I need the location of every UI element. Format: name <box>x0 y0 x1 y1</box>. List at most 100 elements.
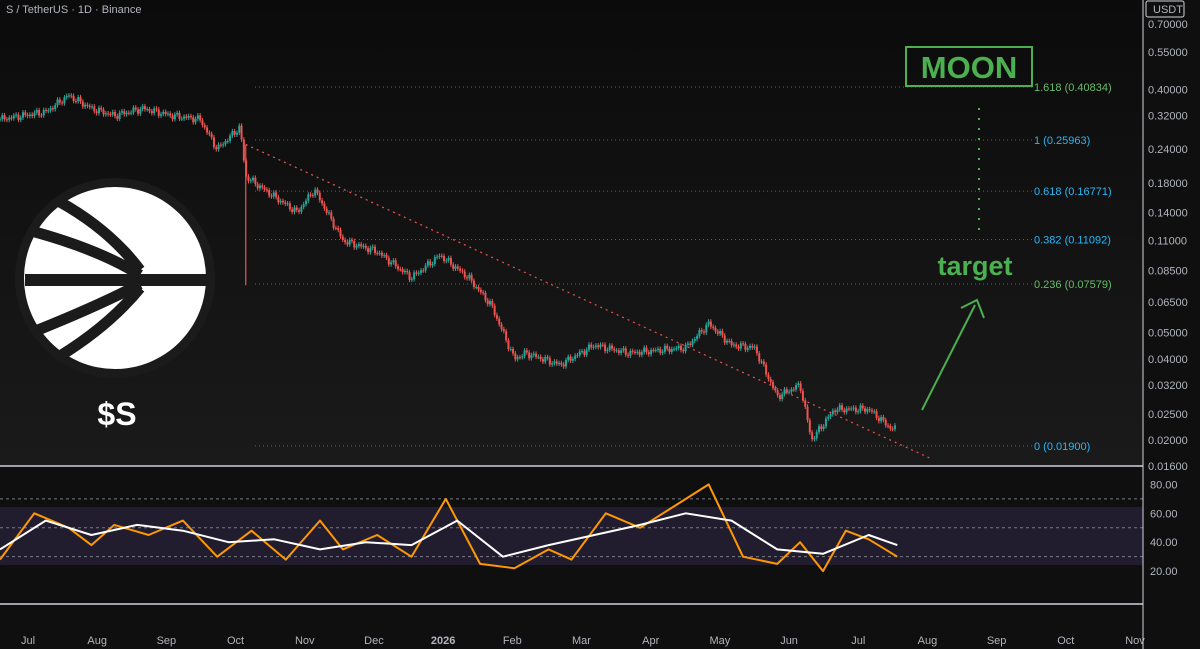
candle-body <box>31 114 34 116</box>
candle-body <box>893 425 896 430</box>
candle-body <box>77 97 80 102</box>
candle-body <box>100 107 103 110</box>
candle-body <box>753 346 756 348</box>
candle-body <box>162 111 165 115</box>
candle-body <box>783 389 786 395</box>
candle-body <box>348 239 351 245</box>
candle-body <box>640 352 643 355</box>
candle-body <box>608 345 611 350</box>
price-tick-label: 0.03200 <box>1148 380 1188 392</box>
candle-body <box>567 356 570 360</box>
time-tick-label: Aug <box>87 635 107 647</box>
candle-body <box>247 176 250 182</box>
candle-body <box>806 406 809 421</box>
candle-body <box>15 114 18 116</box>
candle-body <box>456 266 459 269</box>
candle-body <box>838 405 841 410</box>
candle-body <box>728 340 731 342</box>
candle-body <box>583 351 586 355</box>
candle-body <box>500 324 503 330</box>
candle-body <box>318 192 321 201</box>
candle-body <box>54 105 57 110</box>
candle-body <box>459 268 462 271</box>
candle-body <box>210 133 213 138</box>
candle-body <box>258 185 261 189</box>
candle-body <box>410 279 413 281</box>
candle-body <box>433 257 436 264</box>
candle-body <box>599 344 602 348</box>
candle-body <box>891 428 894 430</box>
candle-body <box>304 200 307 205</box>
candle-body <box>493 305 496 315</box>
candle-body <box>834 410 837 413</box>
candle-body <box>293 207 296 212</box>
price-tick-label: 0.11000 <box>1148 235 1187 247</box>
candle-body <box>739 343 742 349</box>
candle-body <box>760 361 763 363</box>
candle-body <box>385 255 388 258</box>
candle-body <box>314 189 317 196</box>
candle-body <box>818 426 821 432</box>
candle-body <box>339 229 342 237</box>
candle-body <box>279 200 282 203</box>
candle-body <box>321 200 324 204</box>
time-tick-label: Jul <box>21 635 35 647</box>
candle-body <box>624 348 627 355</box>
candle-body <box>394 260 397 267</box>
candle-body <box>884 419 887 426</box>
candle-body <box>643 347 646 353</box>
candle-body <box>35 110 38 113</box>
candle-body <box>51 108 54 110</box>
candle-body <box>392 260 395 263</box>
candle-body <box>300 207 303 212</box>
candle-body <box>139 109 142 114</box>
candle-body <box>726 340 729 343</box>
candle-body <box>475 286 478 288</box>
candle-body <box>143 106 146 110</box>
candle-body <box>778 395 781 400</box>
candle-body <box>769 379 772 383</box>
candle-body <box>49 108 52 111</box>
candle-body <box>463 271 466 278</box>
candle-body <box>850 408 853 410</box>
candle-body <box>650 350 653 355</box>
candle-body <box>332 218 335 228</box>
candle-body <box>84 104 87 107</box>
candle-body <box>298 210 301 212</box>
candle-body <box>155 108 158 110</box>
candle-body <box>555 361 558 364</box>
candle-body <box>762 361 765 365</box>
candle-body <box>532 353 535 356</box>
candle-body <box>1 115 4 120</box>
time-tick-label: Sep <box>987 635 1007 647</box>
candle-body <box>873 411 876 413</box>
candle-body <box>268 190 271 196</box>
candle-body <box>829 414 832 417</box>
candle-body <box>424 265 427 271</box>
time-tick-label: Aug <box>918 635 938 647</box>
candle-body <box>675 348 678 350</box>
candle-body <box>222 144 225 146</box>
candle-body <box>42 109 45 116</box>
candle-body <box>615 350 618 352</box>
candle-body <box>150 111 153 114</box>
candle-body <box>70 95 73 97</box>
candle-body <box>535 353 538 357</box>
candle-body <box>401 269 404 273</box>
candle-body <box>415 272 418 274</box>
candle-body <box>166 113 169 115</box>
price-tick-label: 0.18000 <box>1148 178 1188 190</box>
candle-body <box>509 348 512 350</box>
chart-svg[interactable]: S / TetherUS · 1D · Binance 0.70000 0.550… <box>0 0 1200 649</box>
candle-body <box>767 374 770 380</box>
candle-body <box>861 405 864 409</box>
candle-body <box>353 240 356 248</box>
candle-body <box>173 114 176 120</box>
candle-body <box>426 261 429 266</box>
candle-body <box>870 410 873 412</box>
chart-stage: S / TetherUS · 1D · Binance 0.70000 0.550… <box>0 0 1200 649</box>
candle-body <box>95 111 98 114</box>
candle-body <box>334 227 337 229</box>
candle-body <box>613 348 616 351</box>
price-tick-label: 0.02000 <box>1148 435 1188 447</box>
